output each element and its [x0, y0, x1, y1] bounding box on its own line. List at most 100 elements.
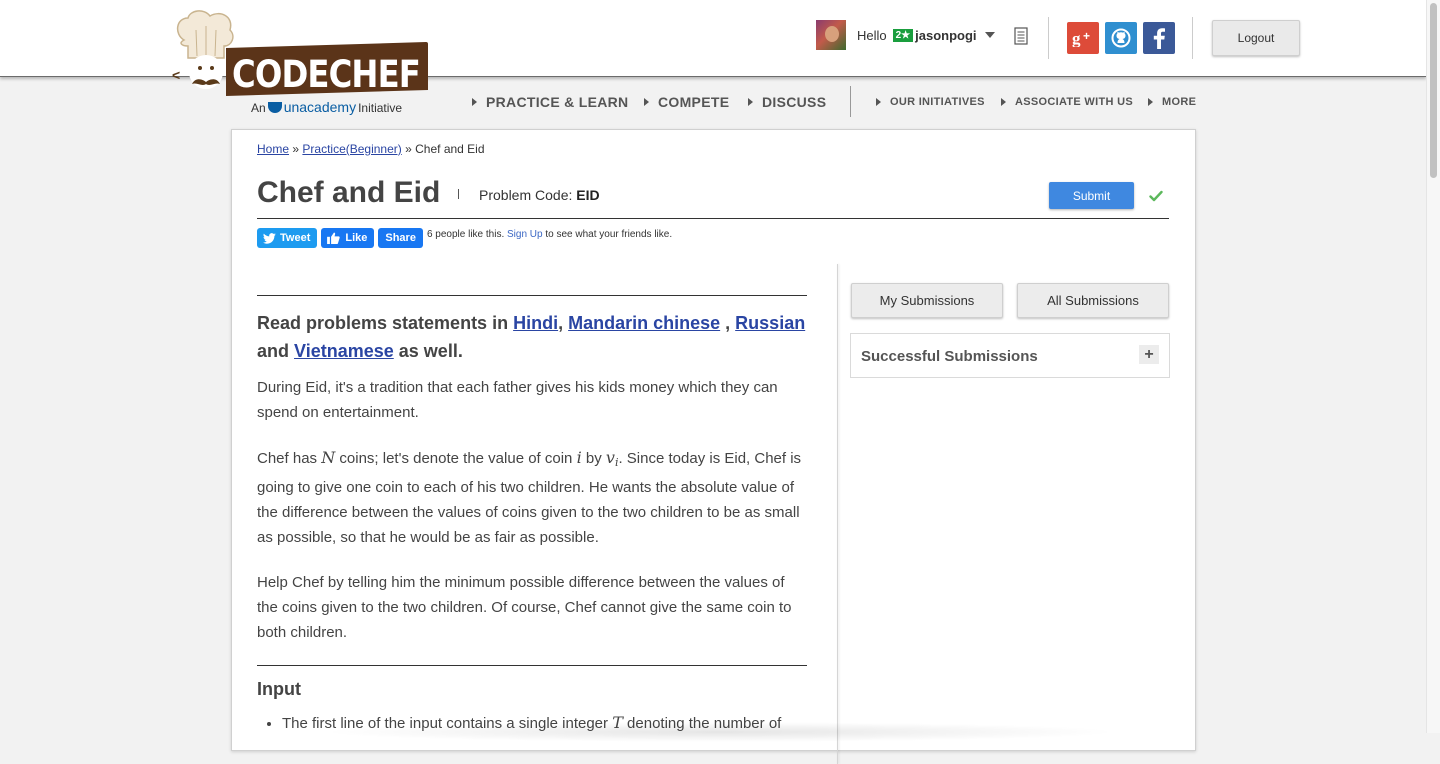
user-avatar[interactable] — [816, 20, 846, 50]
title-rule — [257, 218, 1169, 219]
problem-code-value: EID — [576, 187, 600, 203]
breadcrumb: Home » Practice(Beginner) » Chef and Eid — [257, 142, 485, 156]
rating-badge: 2★ — [892, 28, 914, 42]
twitter-icon — [263, 232, 276, 244]
text: Chef has — [257, 450, 318, 467]
breadcrumb-current: Chef and Eid — [415, 142, 485, 156]
svg-text:g: g — [1072, 29, 1081, 47]
notebook-icon[interactable] — [1014, 27, 1028, 45]
svg-text:<: < — [172, 67, 180, 83]
math-var: i — [576, 448, 582, 467]
submit-button[interactable]: Submit — [1049, 182, 1134, 209]
nav-more[interactable]: MORE — [1148, 96, 1196, 108]
decorative-shadow — [320, 722, 1120, 742]
chef-hat-icon: < CODECHEF — [172, 10, 428, 96]
brand-name: CODECHEF — [232, 53, 420, 96]
nav-discuss[interactable]: DISCUSS — [748, 94, 826, 110]
social-share-bar: Tweet Like Share 6 people like this. Sig… — [257, 228, 679, 248]
nav-label: ASSOCIATE WITH US — [1015, 96, 1133, 108]
langs-suffix: as well. — [398, 341, 463, 361]
tweet-button[interactable]: Tweet — [257, 228, 318, 248]
breadcrumb-separator: » — [292, 142, 300, 156]
google-plus-icon[interactable]: g + — [1067, 22, 1099, 54]
scrollbar-thumb[interactable] — [1430, 3, 1437, 178]
math-var: N — [321, 448, 336, 467]
caret-right-icon — [644, 98, 649, 106]
page-scrollbar[interactable] — [1426, 0, 1440, 733]
header-divider — [1192, 17, 1193, 59]
svg-text:+: + — [1083, 29, 1090, 43]
page-title: Chef and Eid — [257, 176, 441, 209]
section-rule — [257, 295, 807, 296]
likes-count-text: 6 people like this. — [426, 229, 505, 240]
logo-tagline: An unacademy Initiative — [251, 99, 402, 115]
nav-label: COMPETE — [658, 94, 730, 110]
breadcrumb-separator: » — [405, 142, 412, 156]
hindi-link[interactable]: Hindi — [513, 313, 558, 333]
greeting-text: Hello — [857, 27, 887, 43]
my-submissions-button[interactable]: My Submissions — [851, 283, 1003, 318]
panel-title: Successful Submissions — [861, 348, 1038, 365]
title-divider — [458, 189, 459, 199]
header-divider — [1048, 17, 1049, 59]
caret-right-icon — [472, 98, 477, 106]
vietnamese-link[interactable]: Vietnamese — [294, 341, 394, 361]
facebook-icon[interactable] — [1143, 22, 1175, 54]
section-rule — [257, 665, 807, 666]
breadcrumb-practice[interactable]: Practice(Beginner) — [302, 142, 401, 156]
statement-paragraph-3: Help Chef by telling him the minimum pos… — [257, 574, 792, 641]
nav-associate[interactable]: ASSOCIATE WITH US — [1001, 96, 1133, 108]
successful-submissions-panel[interactable]: Successful Submissions + — [850, 333, 1170, 378]
chevron-down-icon[interactable] — [984, 32, 995, 38]
nav-label: PRACTICE & LEARN — [486, 94, 629, 110]
facebook-share-button[interactable]: Share — [378, 228, 423, 248]
thumbs-up-icon — [327, 232, 341, 244]
likes-suffix-text: to see what your friends like. — [545, 229, 673, 240]
problem-card: Home » Practice(Beginner) » Chef and Eid… — [231, 129, 1196, 764]
input-heading: Input — [257, 679, 301, 699]
column-divider — [837, 264, 838, 764]
caret-right-icon — [1148, 98, 1153, 106]
text: by — [585, 450, 602, 467]
expand-icon[interactable]: + — [1139, 345, 1159, 364]
problem-code-label: Problem Code: — [479, 187, 573, 203]
nav-label: DISCUSS — [762, 94, 827, 110]
problem-code: Problem Code: EID — [479, 187, 600, 203]
caret-right-icon — [876, 98, 881, 106]
langs-and: and — [257, 341, 290, 361]
statement-paragraph-2: Chef has N coins; let's denote the value… — [257, 445, 807, 550]
breadcrumb-home[interactable]: Home — [257, 142, 289, 156]
language-links: Read problems statements in Hindi, Manda… — [257, 313, 806, 361]
facebook-like-button[interactable]: Like — [321, 228, 375, 248]
unacademy-icon — [267, 102, 282, 113]
statement-paragraph-1: During Eid, it's a tradition that each f… — [257, 379, 778, 421]
all-submissions-button[interactable]: All Submissions — [1017, 283, 1169, 318]
math-var-base: v — [605, 448, 615, 467]
mandarin-link[interactable]: Mandarin chinese — [568, 313, 720, 333]
langs-prefix: Read problems statements in — [257, 313, 509, 333]
codechef-logo[interactable]: < CODECHEF An unacademy Initiative — [170, 10, 432, 118]
nav-our-initiatives[interactable]: OUR INITIATIVES — [876, 96, 985, 108]
russian-link[interactable]: Russian — [735, 313, 805, 333]
tweet-label: Tweet — [280, 232, 311, 244]
checkmark-icon — [1149, 190, 1163, 202]
nav-divider — [850, 86, 851, 117]
nav-practice-learn[interactable]: PRACTICE & LEARN — [472, 94, 628, 110]
text: coins; let's denote the value of coin — [339, 450, 573, 467]
likes-text: 6 people like this. Sign Up to see what … — [427, 228, 679, 241]
problem-statement: Read problems statements in Hindi, Manda… — [257, 295, 807, 736]
logout-button[interactable]: Logout — [1212, 20, 1300, 56]
nav-label: OUR INITIATIVES — [890, 96, 985, 108]
signup-link[interactable]: Sign Up — [507, 229, 543, 240]
caret-right-icon — [748, 98, 753, 106]
github-icon[interactable] — [1105, 22, 1137, 54]
tagline-prefix: An — [251, 101, 266, 115]
nav-compete[interactable]: COMPETE — [644, 94, 729, 110]
username-link[interactable]: jasonpogi — [915, 28, 976, 43]
caret-right-icon — [1001, 98, 1006, 106]
user-menu[interactable]: Hello 2★ jasonpogi — [816, 20, 995, 50]
tagline-suffix: Initiative — [358, 101, 403, 115]
nav-label: MORE — [1162, 96, 1197, 108]
tagline-brand: unacademy — [283, 99, 357, 115]
math-var: vi — [605, 448, 619, 469]
